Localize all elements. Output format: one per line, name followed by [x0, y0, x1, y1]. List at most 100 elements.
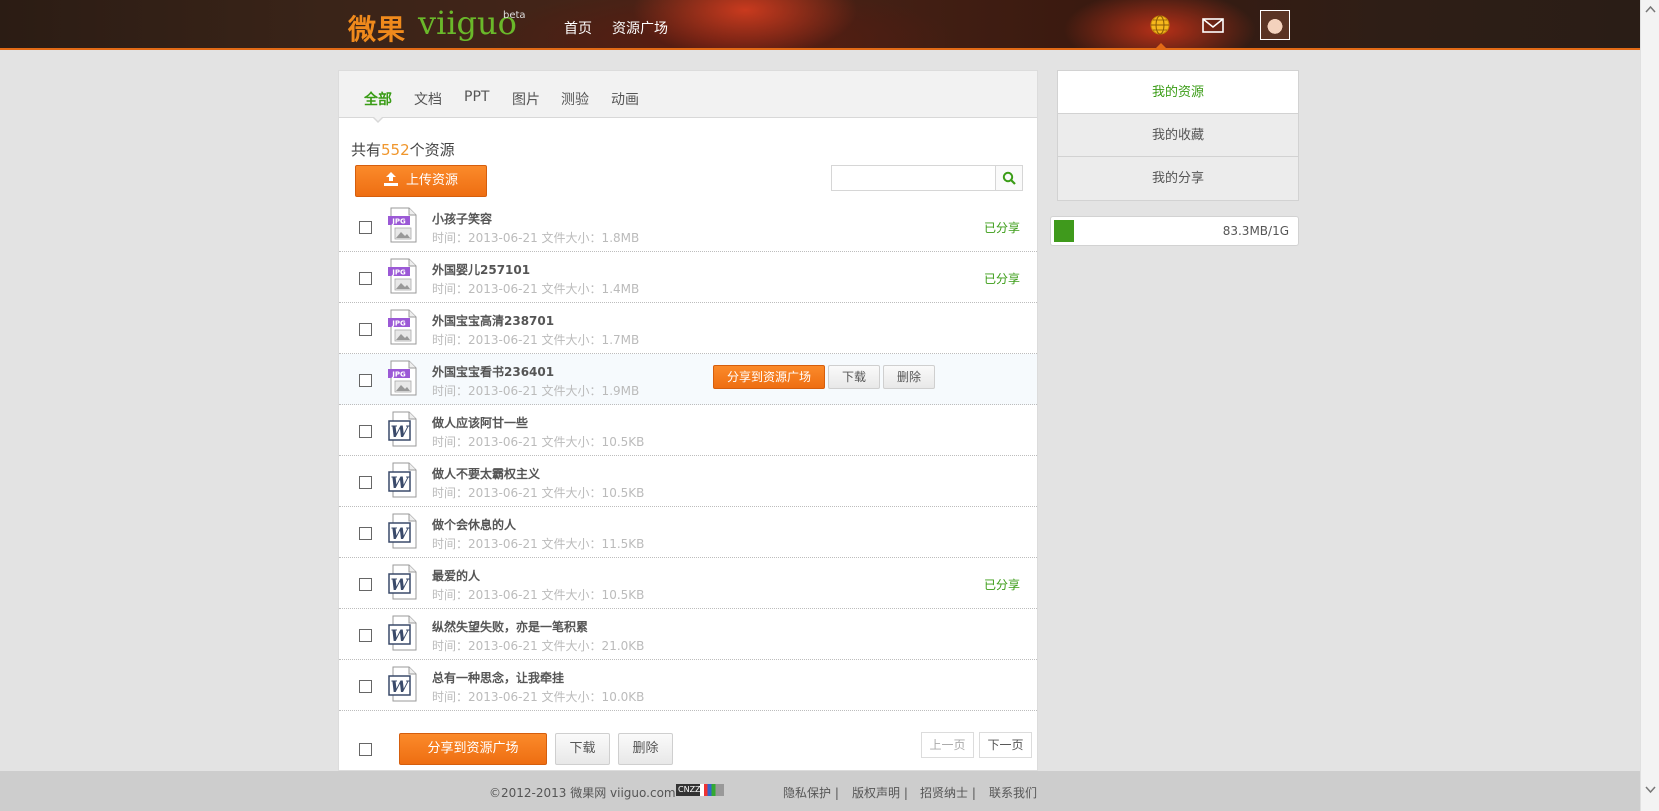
count-suffix: 个资源: [409, 141, 455, 159]
row-checkbox[interactable]: [359, 578, 372, 591]
nav-resource-plaza[interactable]: 资源广场: [612, 18, 668, 38]
bulk-share-button[interactable]: 分享到资源广场: [399, 733, 547, 765]
download-button[interactable]: 下载: [828, 365, 881, 389]
bulk-download-button[interactable]: 下载: [555, 733, 610, 765]
file-name[interactable]: 最爱的人: [432, 567, 480, 584]
list-item[interactable]: W 总有一种思念，让我牵挂 时间：2013-06-21 文件大小：10.0KB: [339, 660, 1037, 711]
svg-text:W: W: [391, 473, 411, 492]
globe-icon[interactable]: [1149, 14, 1171, 36]
file-name[interactable]: 外国婴儿257101: [432, 261, 530, 278]
file-name[interactable]: 做人应该阿甘一些: [432, 414, 528, 431]
list-item[interactable]: W 纵然失望失败，亦是一笔积累 时间：2013-06-21 文件大小：21.0K…: [339, 609, 1037, 660]
file-name[interactable]: 做人不要太霸权主义: [432, 465, 540, 482]
list-item[interactable]: W 做个会休息的人 时间：2013-06-21 文件大小：11.5KB: [339, 507, 1037, 558]
file-name[interactable]: 小孩子笑容: [432, 210, 492, 227]
sidebar-item-my-shares[interactable]: 我的分享: [1058, 157, 1298, 200]
bulk-action-bar: 分享到资源广场 下载 删除 上一页 下一页: [339, 721, 1037, 771]
search-button[interactable]: [995, 165, 1023, 191]
file-name[interactable]: 总有一种思念，让我牵挂: [432, 669, 564, 686]
svg-text:W: W: [391, 422, 411, 441]
footer-link-jobs[interactable]: 招贤纳士 |: [920, 784, 976, 801]
file-name[interactable]: 做个会休息的人: [432, 516, 516, 533]
sidebar-item-my-favorites[interactable]: 我的收藏: [1058, 114, 1298, 157]
list-item[interactable]: W 做人应该阿甘一些 时间：2013-06-21 文件大小：10.5KB: [339, 405, 1037, 456]
bulk-delete-button[interactable]: 删除: [618, 733, 673, 765]
tab-documents[interactable]: 文档: [414, 89, 442, 109]
row-checkbox[interactable]: [359, 221, 372, 234]
select-all-checkbox[interactable]: [359, 743, 372, 756]
svg-text:JPG: JPG: [391, 218, 406, 226]
tab-ppt[interactable]: PPT: [464, 89, 489, 105]
list-item[interactable]: JPG 外国婴儿257101 时间：2013-06-21 文件大小：1.4MB …: [339, 252, 1037, 303]
resource-count: 共有552个资源: [351, 139, 455, 160]
row-checkbox[interactable]: [359, 323, 372, 336]
resource-list: JPG 小孩子笑容 时间：2013-06-21 文件大小：1.8MB 已分享 J…: [339, 201, 1037, 711]
upload-label: 上传资源: [405, 173, 458, 188]
row-checkbox[interactable]: [359, 680, 372, 693]
row-checkbox[interactable]: [359, 374, 372, 387]
file-name[interactable]: 外国宝宝看书236401: [432, 363, 554, 380]
upload-resource-button[interactable]: 上传资源: [355, 165, 487, 197]
file-meta: 时间：2013-06-21 文件大小：1.9MB: [432, 384, 640, 398]
file-meta: 时间：2013-06-21 文件大小：21.0KB: [432, 639, 645, 653]
list-item[interactable]: JPG 外国宝宝高清238701 时间：2013-06-21 文件大小：1.7M…: [339, 303, 1037, 354]
logo-chinese[interactable]: 微果: [348, 8, 406, 48]
svg-text:JPG: JPG: [391, 320, 406, 328]
row-checkbox[interactable]: [359, 272, 372, 285]
tab-active-caret: [372, 116, 384, 123]
row-checkbox[interactable]: [359, 629, 372, 642]
file-meta: 时间：2013-06-21 文件大小：1.4MB: [432, 282, 640, 296]
svg-text:W: W: [391, 575, 411, 594]
storage-quota-text: 83.3MB/1G: [1222, 224, 1289, 238]
scroll-down-icon[interactable]: [1645, 784, 1656, 795]
footer-link-copyright[interactable]: 版权声明 |: [852, 784, 908, 801]
nav-home[interactable]: 首页: [564, 18, 592, 38]
tab-images[interactable]: 图片: [512, 89, 540, 109]
cnzz-badge[interactable]: CNZZ: [676, 784, 724, 796]
jpg-file-icon: JPG: [388, 309, 417, 345]
footer-link-privacy[interactable]: 隐私保护 |: [783, 784, 839, 801]
svg-text:W: W: [391, 626, 411, 645]
tab-all[interactable]: 全部: [364, 89, 392, 109]
row-checkbox[interactable]: [359, 476, 372, 489]
svg-text:W: W: [391, 524, 411, 543]
user-avatar[interactable]: [1260, 10, 1290, 40]
storage-quota-bar: 83.3MB/1G: [1050, 216, 1299, 246]
shared-badge: 已分享: [983, 578, 1020, 592]
jpg-file-icon: JPG: [388, 258, 417, 294]
svg-text:JPG: JPG: [391, 269, 406, 277]
file-name[interactable]: 外国宝宝高清238701: [432, 312, 554, 329]
word-file-icon: W: [388, 462, 417, 498]
prev-page-button[interactable]: 上一页: [921, 732, 974, 758]
word-file-icon: W: [388, 411, 417, 447]
logo-beta-tag: beta: [503, 10, 526, 21]
count-prefix: 共有: [351, 141, 382, 159]
tab-quiz[interactable]: 测验: [561, 89, 589, 109]
scroll-up-icon[interactable]: [1645, 4, 1656, 15]
category-tabs: 全部 文档 PPT 图片 测验 动画: [339, 71, 1037, 123]
active-indicator-caret: [1155, 43, 1167, 49]
share-to-plaza-button[interactable]: 分享到资源广场: [713, 365, 826, 389]
tab-animation[interactable]: 动画: [611, 89, 639, 109]
upload-icon: [383, 172, 398, 186]
list-item[interactable]: W 最爱的人 时间：2013-06-21 文件大小：10.5KB 已分享: [339, 558, 1037, 609]
sidebar-item-my-resources[interactable]: 我的资源: [1058, 71, 1298, 114]
list-item[interactable]: W 做人不要太霸权主义 时间：2013-06-21 文件大小：10.5KB: [339, 456, 1037, 507]
vertical-scrollbar[interactable]: [1640, 0, 1659, 811]
file-name[interactable]: 纵然失望失败，亦是一笔积累: [432, 618, 588, 635]
copyright-text: ©2012-2013 微果网 viiguo.com: [489, 786, 676, 800]
row-checkbox[interactable]: [359, 425, 372, 438]
shared-badge: 已分享: [983, 272, 1020, 286]
row-checkbox[interactable]: [359, 527, 372, 540]
word-file-icon: W: [388, 513, 417, 549]
list-item[interactable]: JPG 外国宝宝看书236401 时间：2013-06-21 文件大小：1.9M…: [339, 354, 1037, 405]
next-page-button[interactable]: 下一页: [979, 732, 1032, 758]
svg-text:W: W: [391, 677, 411, 696]
footer-link-contact[interactable]: 联系我们: [989, 784, 1037, 801]
list-item[interactable]: JPG 小孩子笑容 时间：2013-06-21 文件大小：1.8MB 已分享: [339, 201, 1037, 252]
mail-icon[interactable]: [1201, 14, 1225, 36]
search-input[interactable]: [831, 165, 996, 191]
delete-button[interactable]: 删除: [883, 365, 936, 389]
file-meta: 时间：2013-06-21 文件大小：10.5KB: [432, 435, 645, 449]
storage-quota-fill: [1054, 220, 1074, 242]
